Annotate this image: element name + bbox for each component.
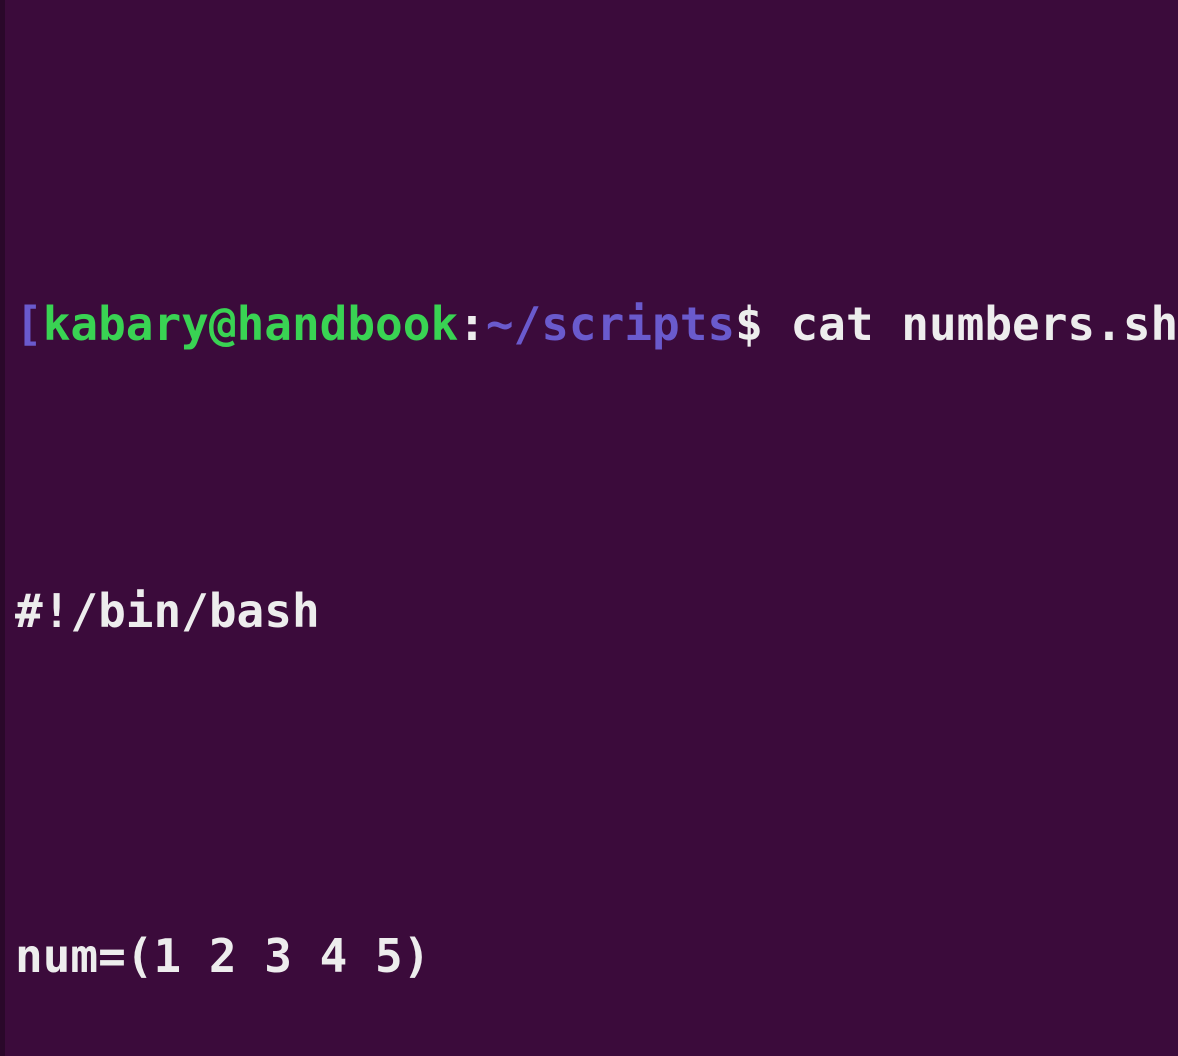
prompt-open-bracket: [ [15,297,43,351]
file-line: num=(1 2 3 4 5) [15,928,1172,986]
prompt-at: @ [209,297,237,351]
file-line: #!/bin/bash [15,583,1172,641]
prompt-user: kabary [43,297,209,351]
command-text: cat numbers.sh [790,297,1178,351]
prompt-dollar: $ [735,297,790,351]
file-line [15,756,1172,814]
prompt-path: ~/scripts [486,297,735,351]
prompt-host: handbook [237,297,459,351]
prompt-colon: : [458,297,486,351]
terminal-window[interactable]: [kabary@handbook:~/scripts$ cat numbers.… [0,0,1178,1056]
prompt-line-1: [kabary@handbook:~/scripts$ cat numbers.… [15,238,1172,353]
